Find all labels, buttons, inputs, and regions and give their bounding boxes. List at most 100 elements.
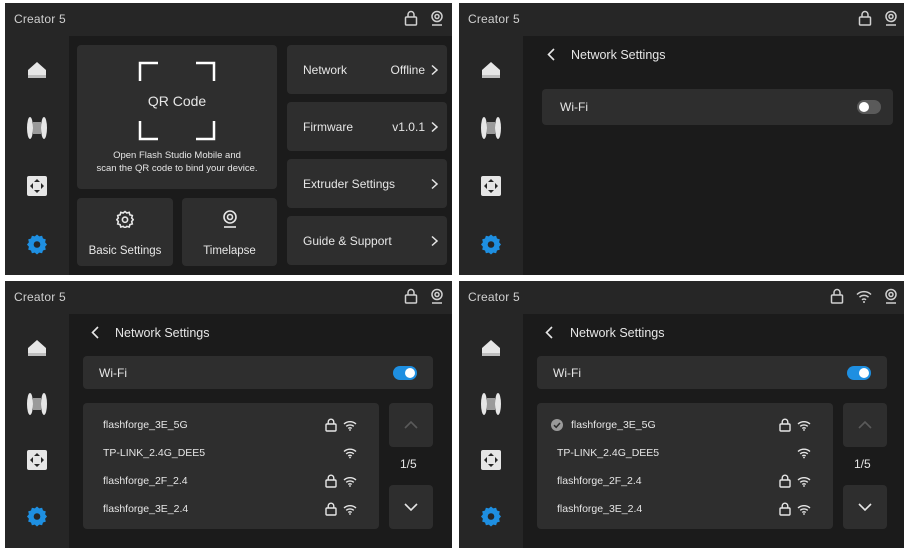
menu-value: Offline: [390, 62, 425, 77]
network-settings-wifi-off: Creator 5 Network Settings Wi-Fi: [459, 3, 904, 275]
connected-check-icon: [551, 419, 563, 431]
sidebar: [5, 314, 69, 548]
nav-home[interactable]: [5, 48, 69, 92]
nav-home[interactable]: [459, 48, 523, 92]
network-name: flashforge_3E_5G: [571, 419, 656, 431]
chevron-down-icon: [404, 503, 418, 511]
wifi-network-row[interactable]: TP-LINK_2.4G_DEE5: [537, 439, 833, 467]
lock-icon[interactable]: [404, 288, 418, 304]
move-axis-icon: [481, 176, 501, 196]
nav-move[interactable]: [5, 438, 69, 482]
wifi-toggle-row[interactable]: Wi-Fi: [542, 89, 893, 125]
wifi-toggle-row[interactable]: Wi-Fi: [537, 356, 887, 389]
page-up-button[interactable]: [843, 403, 887, 447]
wifi-label: Wi-Fi: [553, 366, 581, 380]
page-up-button[interactable]: [389, 403, 433, 447]
timelapse-label: Timelapse: [203, 245, 256, 257]
nav-settings[interactable]: [459, 494, 523, 538]
network-settings-wifi-list: Creator 5 Network Settings Wi-Fi flashfo…: [5, 281, 452, 548]
lock-icon: [325, 502, 337, 516]
wifi-label: Wi-Fi: [560, 100, 588, 114]
menu-label: Extruder Settings: [303, 176, 396, 191]
qr-desc-line1: Open Flash Studio Mobile and: [113, 150, 241, 161]
page-down-button[interactable]: [389, 485, 433, 529]
nav-home[interactable]: [5, 326, 69, 370]
page-title: Network Settings: [570, 326, 665, 340]
wifi-toggle[interactable]: [847, 366, 871, 380]
network-name: TP-LINK_2.4G_DEE5: [103, 447, 206, 459]
move-axis-icon: [27, 176, 47, 196]
filament-spool-icon: [481, 393, 501, 415]
wifi-toggle[interactable]: [393, 366, 417, 380]
filament-spool-icon: [481, 117, 501, 139]
printer-name: Creator 5: [14, 290, 66, 304]
wifi-network-row[interactable]: flashforge_3E_5G: [83, 411, 379, 439]
webcam-icon[interactable]: [430, 288, 444, 304]
qr-title: QR Code: [147, 93, 207, 109]
chevron-right-icon: [431, 235, 438, 246]
menu-guide-support[interactable]: Guide & Support: [287, 216, 447, 265]
back-arrow-icon[interactable]: [91, 326, 99, 339]
move-axis-icon: [481, 450, 501, 470]
status-bar: Creator 5: [5, 281, 452, 314]
wifi-network-row-connected[interactable]: flashforge_3E_5G: [537, 411, 833, 439]
nav-move[interactable]: [459, 164, 523, 208]
settings-gear-icon: [481, 506, 501, 527]
nav-filament[interactable]: [459, 106, 523, 150]
network-name: flashforge_3E_2.4: [557, 503, 643, 515]
settings-gear-icon: [27, 234, 47, 255]
nav-settings[interactable]: [5, 494, 69, 538]
home-icon: [28, 62, 46, 78]
nav-filament[interactable]: [459, 382, 523, 426]
network-name: flashforge_2F_2.4: [103, 475, 188, 487]
wifi-signal-icon: [343, 504, 357, 515]
nav-filament[interactable]: [5, 106, 69, 150]
home-icon: [482, 62, 500, 78]
webcam-icon[interactable]: [430, 10, 444, 26]
gear-icon: [116, 210, 134, 228]
wifi-network-list: flashforge_3E_5G TP-LINK_2.4G_DEE5 flash…: [83, 403, 379, 529]
nav-move[interactable]: [5, 164, 69, 208]
camera-icon: [222, 210, 237, 228]
nav-move[interactable]: [459, 438, 523, 482]
menu-network[interactable]: Network Offline: [287, 45, 447, 94]
wifi-network-row[interactable]: flashforge_3E_2.4: [537, 495, 833, 523]
nav-settings[interactable]: [459, 222, 523, 266]
wifi-signal-icon: [797, 420, 811, 431]
wifi-network-row[interactable]: flashforge_2F_2.4: [83, 467, 379, 495]
menu-firmware[interactable]: Firmware v1.0.1: [287, 102, 447, 151]
page-down-button[interactable]: [843, 485, 887, 529]
filament-spool-icon: [27, 117, 47, 139]
sidebar: [459, 314, 523, 548]
nav-filament[interactable]: [5, 382, 69, 426]
menu-value: v1.0.1: [392, 119, 425, 134]
home-icon: [482, 340, 500, 356]
lock-icon[interactable]: [858, 10, 872, 26]
wifi-network-row[interactable]: TP-LINK_2.4G_DEE5: [83, 439, 379, 467]
nav-settings[interactable]: [5, 222, 69, 266]
wifi-network-row[interactable]: flashforge_2F_2.4: [537, 467, 833, 495]
timelapse-button[interactable]: Timelapse: [182, 198, 277, 266]
lock-icon: [779, 418, 791, 432]
qr-code-card[interactable]: QR Code Open Flash Studio Mobile and sca…: [77, 45, 277, 189]
nav-home[interactable]: [459, 326, 523, 370]
basic-settings-button[interactable]: Basic Settings: [77, 198, 173, 266]
status-bar: Creator 5: [5, 3, 452, 36]
network-name: TP-LINK_2.4G_DEE5: [557, 447, 660, 459]
move-axis-icon: [27, 450, 47, 470]
back-arrow-icon[interactable]: [547, 48, 555, 61]
lock-icon[interactable]: [830, 288, 844, 304]
wifi-icon[interactable]: [856, 290, 872, 303]
back-arrow-icon[interactable]: [545, 326, 553, 339]
page-title: Network Settings: [571, 48, 666, 62]
settings-gear-icon: [27, 506, 47, 527]
wifi-network-row[interactable]: flashforge_3E_2.4: [83, 495, 379, 523]
wifi-toggle[interactable]: [857, 100, 881, 114]
chevron-right-icon: [431, 64, 438, 75]
wifi-toggle-row[interactable]: Wi-Fi: [83, 356, 433, 389]
menu-extruder-settings[interactable]: Extruder Settings: [287, 159, 447, 208]
webcam-icon[interactable]: [884, 10, 898, 26]
network-name: flashforge_3E_5G: [103, 419, 188, 431]
webcam-icon[interactable]: [884, 288, 898, 304]
lock-icon[interactable]: [404, 10, 418, 26]
